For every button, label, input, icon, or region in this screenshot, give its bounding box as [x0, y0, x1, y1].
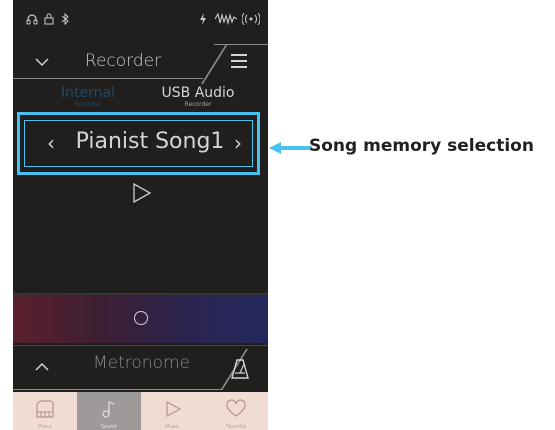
nav-piano[interactable]: Piano [13, 392, 77, 430]
play-icon [165, 400, 181, 418]
lock-icon [44, 13, 54, 25]
nav-piano-label: Piano [38, 424, 52, 430]
metronome-icon[interactable] [231, 359, 249, 379]
nav-sound[interactable]: Sound [76, 392, 141, 430]
heart-icon [226, 399, 246, 417]
bottom-nav: Piano Sound Music Favorite [13, 392, 268, 430]
wireless-icon [242, 13, 260, 25]
source-usb-sublabel: Recorder [184, 101, 212, 108]
record-icon[interactable] [134, 311, 148, 325]
recorder-header: Recorder [13, 44, 268, 78]
header-divider [13, 78, 203, 79]
headphones-icon [26, 14, 38, 25]
metronome-bottom-line [13, 389, 223, 390]
recorder-title: Recorder [84, 51, 162, 71]
note-icon [102, 401, 114, 418]
nav-sound-label: Sound [100, 424, 117, 430]
nav-favorite-label: Favorite [226, 424, 247, 430]
source-internal-label: Internal [61, 85, 115, 101]
previous-song-button[interactable]: ‹ [47, 131, 55, 155]
source-usb-label: USB Audio [161, 85, 235, 101]
bluetooth-icon [61, 13, 69, 25]
piano-icon [36, 400, 54, 418]
song-name: Pianist Song1 [75, 129, 225, 154]
wave-icon [215, 13, 237, 25]
source-internal-tab[interactable]: Internal Recorder [43, 86, 133, 109]
source-internal-sublabel: Recorder [74, 101, 102, 108]
source-usb-audio-tab[interactable]: USB Audio Recorder [153, 86, 243, 109]
app-screen: Recorder Internal Recorder USB Audio Rec… [13, 0, 268, 430]
song-memory-selection-highlight: ‹ Pianist Song1 › [17, 112, 260, 175]
header-top-line [214, 44, 268, 45]
nav-favorite[interactable]: Favorite [204, 392, 268, 430]
chevron-up-icon[interactable] [35, 362, 49, 372]
metronome-divider [13, 345, 268, 346]
play-icon[interactable] [131, 182, 153, 204]
next-song-button[interactable]: › [234, 131, 242, 155]
metronome-title[interactable]: Metronome [93, 353, 213, 373]
status-bar [13, 0, 268, 40]
callout-label: Song memory selection [309, 136, 534, 156]
callout-arrow [269, 142, 312, 154]
power-icon [200, 13, 206, 25]
song-selector: ‹ Pianist Song1 › [24, 120, 253, 167]
nav-music-label: Music [165, 424, 180, 430]
list-icon[interactable] [231, 54, 247, 68]
nav-music[interactable]: Music [140, 392, 205, 430]
